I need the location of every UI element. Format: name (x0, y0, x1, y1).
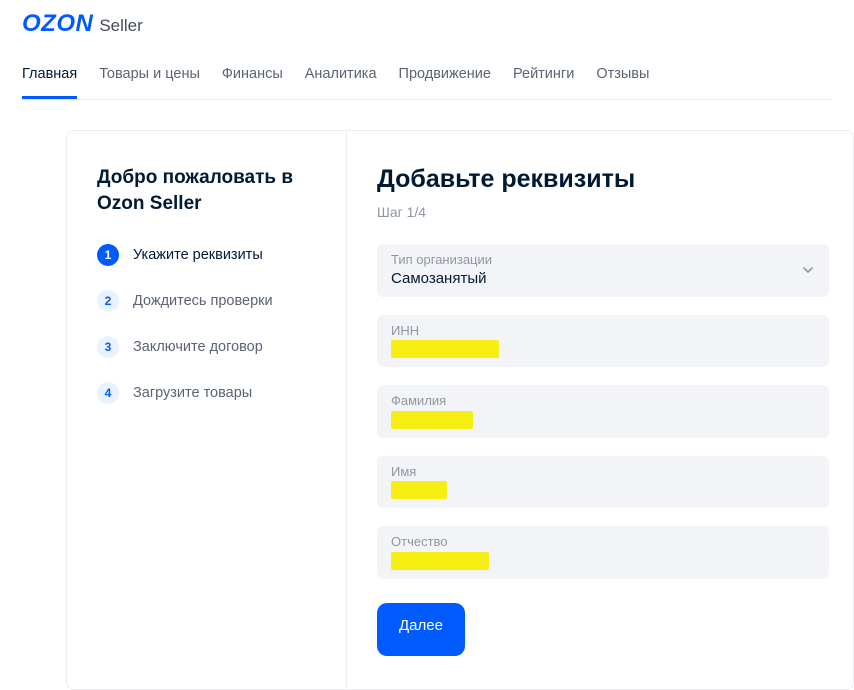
step-number: 3 (97, 336, 119, 358)
field-value (391, 409, 815, 430)
field-value (391, 550, 815, 571)
field-label: Имя (391, 464, 815, 480)
step-label: Загрузите товары (133, 385, 252, 401)
redacted-value (391, 411, 473, 429)
nav-item-analytics[interactable]: Аналитика (305, 56, 377, 99)
nav-item-products[interactable]: Товары и цены (99, 56, 200, 99)
nav-item-finance[interactable]: Финансы (222, 56, 283, 99)
step-review[interactable]: 2 Дождитесь проверки (97, 290, 316, 312)
field-value: Самозанятый (391, 268, 815, 289)
redacted-value (391, 340, 499, 358)
step-label: Укажите реквизиты (133, 247, 263, 263)
inn-field[interactable]: ИНН (377, 315, 829, 368)
steps-list: 1 Укажите реквизиты 2 Дождитесь проверки… (97, 244, 316, 404)
step-number: 1 (97, 244, 119, 266)
step-label: Заключите договор (133, 339, 263, 355)
content-card: Добро пожаловать в Ozon Seller 1 Укажите… (66, 130, 854, 690)
step-requisites[interactable]: 1 Укажите реквизиты (97, 244, 316, 266)
nav-item-promotion[interactable]: Продвижение (399, 56, 491, 99)
field-label: Тип организации (391, 252, 815, 268)
logo[interactable]: OZON Seller (22, 10, 832, 50)
firstname-field[interactable]: Имя (377, 456, 829, 509)
nav-item-main[interactable]: Главная (22, 56, 77, 99)
page-title: Добавьте реквизиты (377, 165, 829, 194)
sidebar-title: Добро пожаловать в Ozon Seller (97, 165, 316, 216)
chevron-down-icon (801, 263, 815, 277)
header: OZON Seller Главная Товары и цены Финанс… (0, 0, 854, 100)
logo-sub: Seller (99, 16, 142, 36)
nav-item-ratings[interactable]: Рейтинги (513, 56, 574, 99)
redacted-value (391, 481, 447, 499)
step-label: Дождитесь проверки (133, 293, 273, 309)
step-upload[interactable]: 4 Загрузите товары (97, 382, 316, 404)
field-value (391, 479, 815, 500)
field-value (391, 338, 815, 359)
main-nav: Главная Товары и цены Финансы Аналитика … (22, 50, 832, 100)
field-label: Отчество (391, 534, 815, 550)
onboarding-sidebar: Добро пожаловать в Ozon Seller 1 Укажите… (67, 131, 347, 689)
redacted-value (391, 552, 489, 570)
step-number: 2 (97, 290, 119, 312)
step-contract[interactable]: 3 Заключите договор (97, 336, 316, 358)
lastname-field[interactable]: Фамилия (377, 385, 829, 438)
org-type-select[interactable]: Тип организации Самозанятый (377, 244, 829, 297)
next-button[interactable]: Далее (377, 603, 465, 656)
step-number: 4 (97, 382, 119, 404)
logo-brand: OZON (22, 10, 93, 38)
patronymic-field[interactable]: Отчество (377, 526, 829, 579)
nav-item-reviews[interactable]: Отзывы (596, 56, 649, 99)
form-panel: Добавьте реквизиты Шаг 1/4 Тип организац… (347, 131, 853, 689)
step-indicator: Шаг 1/4 (377, 204, 829, 220)
field-label: Фамилия (391, 393, 815, 409)
field-label: ИНН (391, 323, 815, 339)
